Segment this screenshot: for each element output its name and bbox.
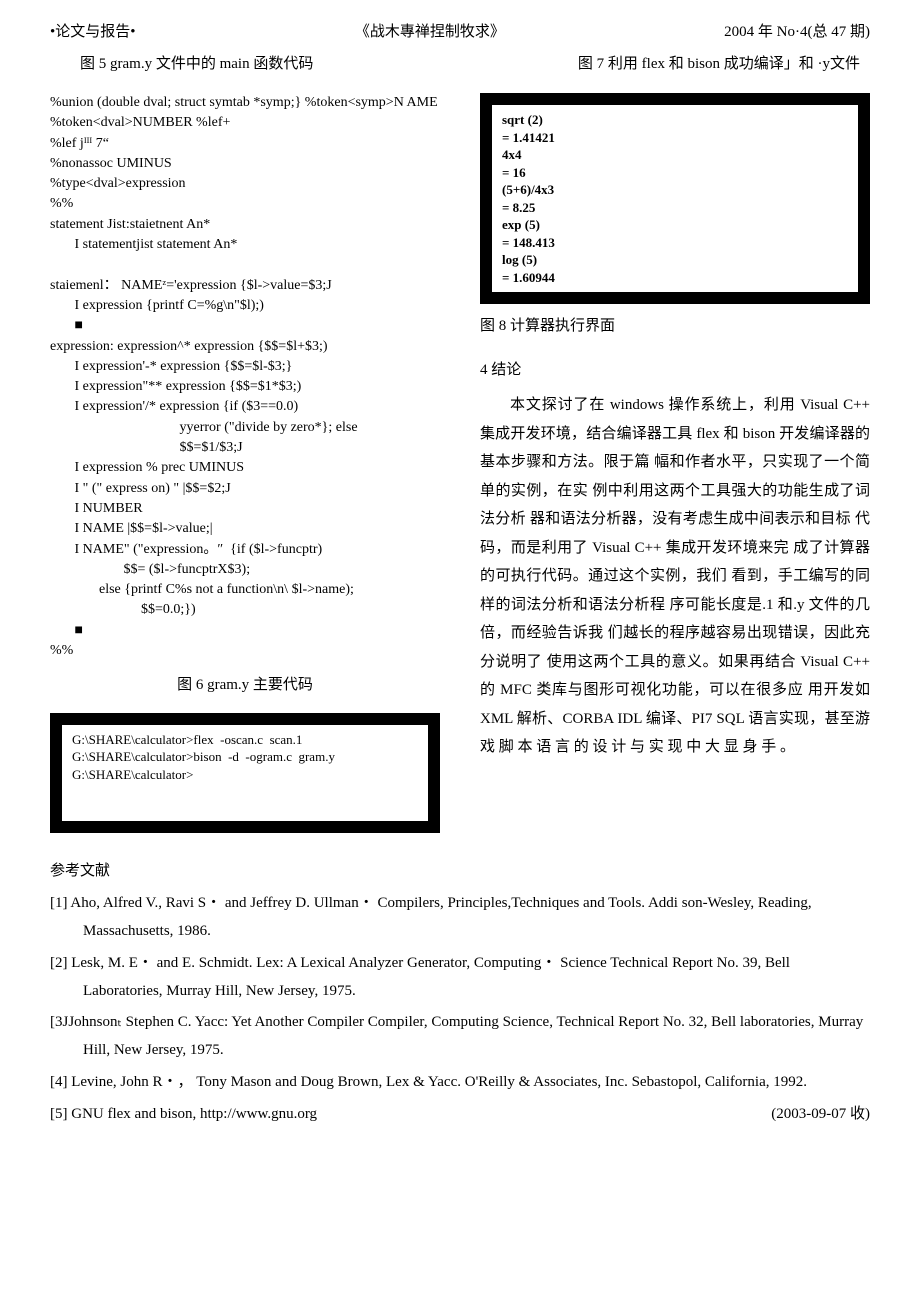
header-left: •论文与报告•: [50, 20, 136, 46]
top-captions: 图 5 gram.y 文件中的 main 函数代码 图 7 利用 flex 和 …: [50, 52, 870, 78]
terminal-box-compile: G:\SHARE\calculator>flex -oscan.c scan.1…: [50, 713, 440, 833]
figure-7-caption: 图 7 利用 flex 和 bison 成功编译」和 ·y文件: [578, 52, 870, 78]
main-columns: %union (double dval; struct symtab *symp…: [50, 93, 870, 843]
gram-y-code: %union (double dval; struct symtab *symp…: [50, 93, 440, 661]
references-list: [1] Aho, Alfred V., Ravi S・ and Jeffrey …: [50, 890, 870, 1128]
figure-5-caption: 图 5 gram.y 文件中的 main 函数代码: [50, 52, 313, 78]
figure-8-caption: 图 8 计算器执行界面: [480, 314, 870, 340]
left-column: %union (double dval; struct symtab *symp…: [50, 93, 440, 843]
reference-text: [5] GNU flex and bison, http://www.gnu.o…: [50, 1106, 317, 1122]
conclusion-body: 本文探讨了在 windows 操作系统上，利用 Visual C++ 集成开发环…: [480, 391, 870, 762]
terminal-box-calculator: sqrt (2) = 1.41421 4x4 = 16 (5+6)/4x3 = …: [480, 93, 870, 304]
page-header: •论文与报告• 《战木專禅捏制牧求》 2004 年 No·4(总 47 期): [50, 20, 870, 46]
reference-item: [2] Lesk, M. E・ and E. Schmidt. Lex: A L…: [50, 950, 870, 1006]
conclusion-title: 4 结论: [480, 358, 870, 384]
header-right: 2004 年 No·4(总 47 期): [724, 20, 870, 46]
reference-item: [5] GNU flex and bison, http://www.gnu.o…: [50, 1101, 870, 1129]
header-center: 《战木專禅捏制牧求》: [355, 20, 505, 46]
reference-item: [1] Aho, Alfred V., Ravi S・ and Jeffrey …: [50, 890, 870, 946]
reference-item: [3JJohnsonₜ Stephen C. Yacc: Yet Another…: [50, 1009, 870, 1065]
references-title: 参考文献: [50, 859, 870, 885]
received-date: (2003-09-07 收): [804, 1101, 870, 1129]
right-column: sqrt (2) = 1.41421 4x4 = 16 (5+6)/4x3 = …: [480, 93, 870, 843]
reference-item: [4] Levine, John R・， Tony Mason and Doug…: [50, 1069, 870, 1097]
figure-6-caption: 图 6 gram.y 主要代码: [50, 673, 440, 699]
